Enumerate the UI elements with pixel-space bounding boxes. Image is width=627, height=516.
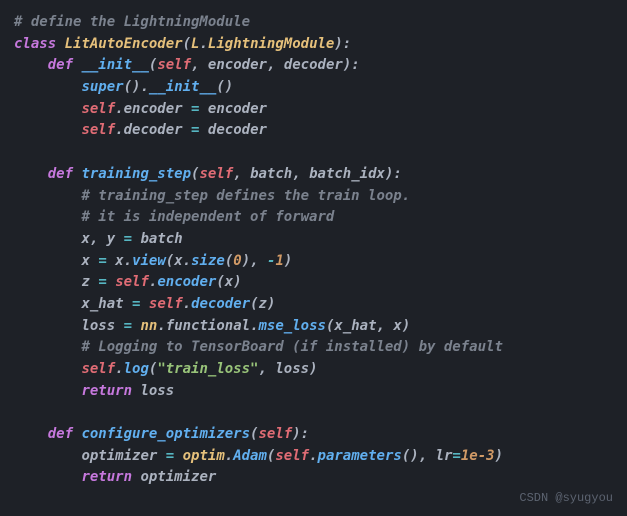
keyword-class: class [14,36,56,52]
fn-init: __init__ [81,57,148,73]
class-name: LitAutoEncoder [65,36,183,52]
watermark: CSDN @syugyou [519,489,613,508]
fn-training-step: training_step [81,166,191,182]
code-block: # define the LightningModule class LitAu… [14,12,613,489]
fn-configure-optimizers: configure_optimizers [81,426,250,442]
comment: # define the LightningModule [14,14,250,30]
